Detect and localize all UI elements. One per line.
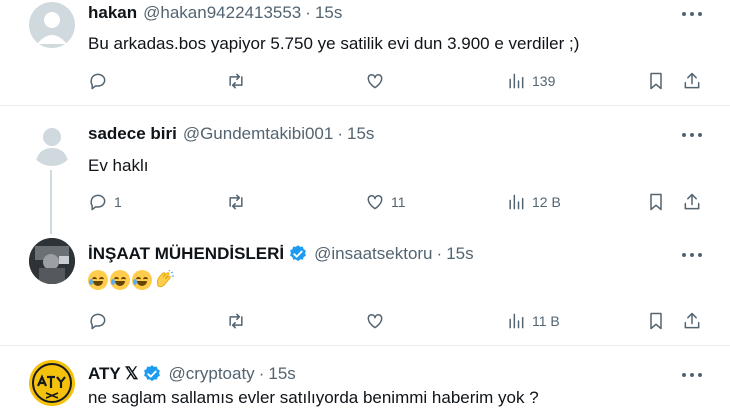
default-avatar-icon (35, 128, 69, 166)
face-with-tears-of-joy-icon (110, 270, 130, 290)
like-button[interactable] (365, 310, 391, 332)
timestamp[interactable]: 15s (268, 364, 295, 384)
reply-count: 1 (114, 194, 122, 210)
profile-photo (29, 238, 75, 284)
clapping-hands-icon (154, 269, 174, 290)
more-options-icon[interactable] (682, 252, 702, 258)
tweet-text: Ev haklı (88, 156, 149, 175)
verified-badge-icon[interactable] (142, 364, 162, 384)
views-count: 11 B (532, 313, 560, 329)
avatar[interactable] (29, 360, 75, 406)
author-handle[interactable]: @hakan9422413553 (143, 3, 301, 23)
separator-dot: · (258, 364, 265, 383)
like-count: 11 (391, 194, 406, 210)
retweet-button[interactable] (226, 70, 252, 92)
reply-icon (90, 194, 106, 211)
author-handle[interactable]: @Gundemtakibi001 (183, 124, 334, 144)
bookmark-button[interactable] (646, 191, 666, 213)
retweet-icon (229, 194, 243, 210)
tweet-text: ne saglam sallamıs evler satılıyorda ben… (88, 388, 539, 407)
tweet-text (88, 269, 174, 292)
author-name[interactable]: ATY (88, 364, 121, 384)
avatar[interactable] (29, 120, 75, 166)
reply-icon (90, 73, 106, 90)
action-bar: 139 (88, 70, 708, 92)
retweet-button[interactable] (226, 191, 252, 213)
author-handle[interactable]: @cryptoaty (168, 364, 254, 384)
share-icon (684, 72, 700, 89)
author-name[interactable]: İNŞAAT MÜHENDİSLERİ (88, 244, 284, 264)
reply-button[interactable]: 1 (88, 191, 122, 213)
like-button[interactable]: 11 (365, 191, 406, 213)
face-with-tears-of-joy-icon (88, 270, 108, 290)
action-bar: 11 B (88, 310, 708, 332)
views-icon (509, 313, 524, 329)
tweet-text: Bu arkadas.bos yapiyor 5.750 ye satilik … (88, 34, 580, 53)
timestamp[interactable]: 15s (347, 124, 374, 144)
default-avatar-icon (37, 12, 67, 44)
more-options-icon[interactable] (682, 372, 702, 378)
timestamp[interactable]: 15s (446, 244, 473, 264)
bookmark-button[interactable] (646, 310, 666, 332)
share-button[interactable] (682, 310, 702, 332)
retweet-icon (229, 313, 243, 329)
more-options-icon[interactable] (682, 132, 702, 138)
avatar[interactable] (29, 2, 75, 48)
tweet-sadece-biri[interactable]: sadece biri @Gundemtakibi001 · 15s Ev ha… (0, 106, 730, 234)
reply-button[interactable] (88, 70, 114, 92)
bookmark-icon (650, 312, 662, 330)
views-button[interactable]: 11 B (506, 310, 560, 332)
views-button[interactable]: 12 B (506, 191, 561, 213)
author-name[interactable]: sadece biri (88, 124, 177, 144)
face-with-tears-of-joy-icon (132, 270, 152, 290)
heart-icon (367, 313, 383, 329)
timestamp[interactable]: 15s (315, 3, 342, 23)
bookmark-icon (650, 72, 662, 90)
views-count: 12 B (532, 194, 561, 210)
tweet-aty[interactable]: ATY 𝕏 @cryptoaty · 15s ne saglam sallamı… (0, 346, 730, 420)
heart-icon (367, 73, 383, 89)
share-icon (684, 193, 700, 210)
bookmark-button[interactable] (646, 70, 666, 92)
more-options-icon[interactable] (682, 11, 702, 17)
like-button[interactable] (365, 70, 391, 92)
retweet-button[interactable] (226, 310, 252, 332)
aty-logo-icon (29, 360, 75, 406)
x-logo-icon: 𝕏 (124, 364, 139, 383)
bookmark-icon (650, 193, 662, 211)
share-button[interactable] (682, 70, 702, 92)
thread-line (50, 170, 52, 234)
separator-dot: · (305, 3, 311, 22)
author-name[interactable]: hakan (88, 3, 137, 23)
tweet-hakan[interactable]: hakan @hakan9422413553 · 15s Bu arkadas.… (0, 0, 730, 104)
action-bar: 1 11 12 B (88, 191, 708, 213)
separator-dot: · (436, 244, 443, 263)
heart-icon (367, 194, 383, 210)
share-button[interactable] (682, 191, 702, 213)
views-icon (509, 73, 524, 89)
share-icon (684, 312, 700, 329)
views-count: 139 (532, 73, 556, 89)
avatar[interactable] (29, 238, 75, 284)
tweet-insaat-muhendisleri[interactable]: İNŞAAT MÜHENDİSLERİ @insaatsektoru · 15s (0, 226, 730, 344)
views-button[interactable]: 139 (506, 70, 555, 92)
reply-icon (90, 313, 106, 330)
author-handle[interactable]: @insaatsektoru (314, 244, 432, 264)
verified-badge-icon[interactable] (288, 244, 308, 264)
separator-dot: · (337, 124, 344, 143)
views-icon (509, 194, 524, 210)
retweet-icon (229, 73, 243, 89)
reply-button[interactable] (88, 310, 114, 332)
